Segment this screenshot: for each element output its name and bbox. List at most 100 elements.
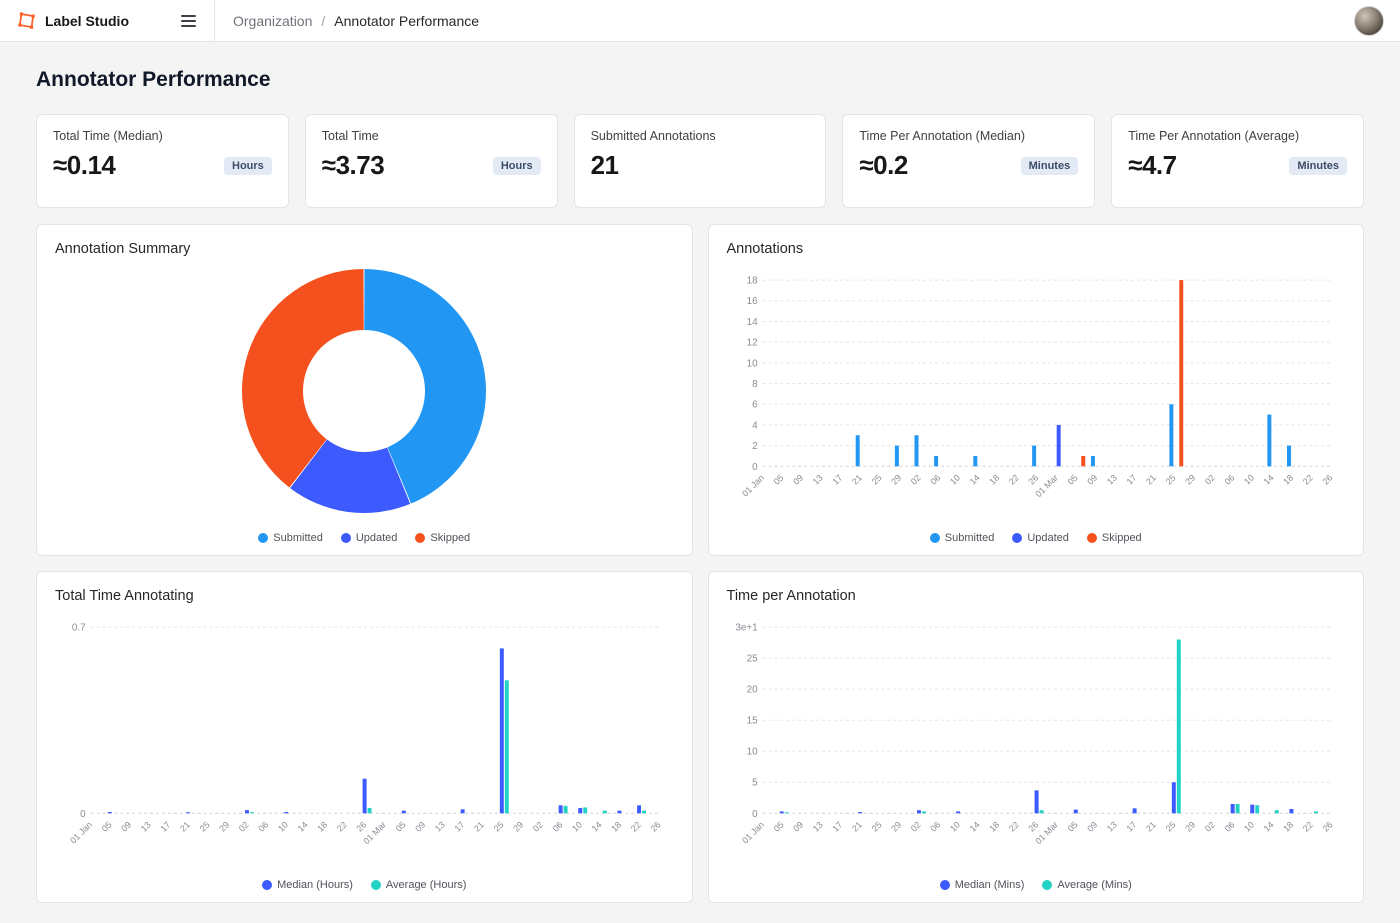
svg-text:22: 22 bbox=[335, 820, 349, 834]
svg-text:25: 25 bbox=[869, 820, 883, 834]
svg-text:10: 10 bbox=[570, 820, 584, 834]
svg-text:25: 25 bbox=[869, 473, 883, 487]
svg-text:14: 14 bbox=[967, 820, 981, 834]
svg-text:20: 20 bbox=[746, 685, 758, 696]
svg-text:21: 21 bbox=[850, 473, 864, 487]
legend-dot-icon bbox=[415, 533, 425, 543]
svg-text:09: 09 bbox=[413, 820, 427, 834]
svg-text:26: 26 bbox=[1026, 473, 1040, 487]
logo-block[interactable]: Label Studio bbox=[16, 10, 129, 31]
legend-item[interactable]: Updated bbox=[1012, 532, 1069, 544]
svg-text:05: 05 bbox=[100, 820, 114, 834]
svg-text:29: 29 bbox=[217, 820, 231, 834]
stat-card-time-per-annotation-median: Time Per Annotation (Median) ≈0.2 Minute… bbox=[842, 114, 1095, 208]
svg-text:06: 06 bbox=[928, 473, 942, 487]
svg-text:10: 10 bbox=[948, 473, 962, 487]
svg-text:21: 21 bbox=[1144, 473, 1158, 487]
svg-text:06: 06 bbox=[1222, 473, 1236, 487]
user-avatar[interactable] bbox=[1354, 6, 1384, 36]
legend-dot-icon bbox=[1087, 533, 1097, 543]
legend-item[interactable]: Updated bbox=[341, 532, 398, 544]
time-per-annotation-bar-chart: 05101520253e+101 Jan05091317212529020610… bbox=[725, 616, 1347, 866]
chart-title: Total Time Annotating bbox=[55, 588, 676, 604]
legend-item[interactable]: Average (Hours) bbox=[371, 879, 467, 891]
svg-text:13: 13 bbox=[1105, 820, 1119, 834]
annotations-bar-chart: 02468101214161801 Jan0509131721252902061… bbox=[725, 269, 1347, 519]
svg-text:29: 29 bbox=[1183, 473, 1197, 487]
svg-text:09: 09 bbox=[791, 820, 805, 834]
svg-text:13: 13 bbox=[811, 820, 825, 834]
svg-text:14: 14 bbox=[967, 473, 981, 487]
legend-item[interactable]: Skipped bbox=[1087, 532, 1142, 544]
svg-text:05: 05 bbox=[771, 820, 785, 834]
legend-dot-icon bbox=[1012, 533, 1022, 543]
time-per-annotation-card: Time per Annotation 05101520253e+101 Jan… bbox=[708, 571, 1365, 903]
legend-item[interactable]: Median (Hours) bbox=[262, 879, 353, 891]
svg-text:10: 10 bbox=[1242, 820, 1256, 834]
app-name: Label Studio bbox=[45, 13, 129, 29]
svg-text:14: 14 bbox=[1261, 820, 1275, 834]
legend-item[interactable]: Median (Mins) bbox=[940, 879, 1025, 891]
chart-title: Time per Annotation bbox=[727, 588, 1348, 604]
svg-text:13: 13 bbox=[1105, 473, 1119, 487]
svg-text:22: 22 bbox=[1007, 820, 1021, 834]
total-time-annotating-card: Total Time Annotating 00.701 Jan05091317… bbox=[36, 571, 693, 903]
svg-text:14: 14 bbox=[746, 317, 758, 328]
chart-title: Annotation Summary bbox=[55, 241, 676, 257]
svg-text:22: 22 bbox=[1301, 473, 1315, 487]
stats-row: Total Time (Median) ≈0.14 Hours Total Ti… bbox=[36, 114, 1364, 208]
svg-text:26: 26 bbox=[1026, 820, 1040, 834]
svg-text:17: 17 bbox=[1124, 473, 1138, 487]
stat-label: Time Per Annotation (Average) bbox=[1128, 129, 1347, 143]
annotations-legend: Submitted Updated Skipped bbox=[725, 529, 1348, 547]
svg-text:02: 02 bbox=[909, 820, 923, 834]
svg-text:06: 06 bbox=[1222, 820, 1236, 834]
legend-dot-icon bbox=[930, 533, 940, 543]
svg-text:16: 16 bbox=[746, 296, 758, 307]
svg-text:05: 05 bbox=[394, 820, 408, 834]
hamburger-menu-button[interactable] bbox=[177, 11, 200, 31]
svg-text:8: 8 bbox=[752, 379, 758, 390]
stat-value: ≈3.73 bbox=[322, 150, 384, 181]
svg-text:29: 29 bbox=[889, 820, 903, 834]
svg-text:2: 2 bbox=[752, 441, 758, 452]
svg-text:21: 21 bbox=[1144, 820, 1158, 834]
annotation-summary-donut-chart bbox=[229, 265, 499, 523]
svg-text:17: 17 bbox=[1124, 820, 1138, 834]
svg-text:0.7: 0.7 bbox=[72, 623, 86, 634]
legend-item[interactable]: Submitted bbox=[930, 532, 995, 544]
svg-text:25: 25 bbox=[746, 654, 758, 665]
svg-text:22: 22 bbox=[1007, 473, 1021, 487]
legend-item[interactable]: Skipped bbox=[415, 532, 470, 544]
svg-text:22: 22 bbox=[1301, 820, 1315, 834]
svg-text:12: 12 bbox=[746, 338, 757, 349]
svg-text:6: 6 bbox=[752, 400, 758, 411]
svg-text:09: 09 bbox=[1085, 473, 1099, 487]
svg-text:18: 18 bbox=[746, 276, 758, 287]
svg-text:17: 17 bbox=[159, 820, 173, 834]
time-per-annotation-legend: Median (Mins) Average (Mins) bbox=[725, 876, 1348, 894]
svg-text:09: 09 bbox=[791, 473, 805, 487]
svg-text:21: 21 bbox=[178, 820, 192, 834]
legend-item[interactable]: Average (Mins) bbox=[1042, 879, 1131, 891]
svg-text:05: 05 bbox=[771, 473, 785, 487]
chart-title: Annotations bbox=[727, 241, 1348, 257]
annotations-card: Annotations 02468101214161801 Jan0509131… bbox=[708, 224, 1365, 556]
svg-text:26: 26 bbox=[649, 820, 663, 834]
svg-text:21: 21 bbox=[850, 820, 864, 834]
stat-label: Total Time (Median) bbox=[53, 129, 272, 143]
breadcrumb-organization-link[interactable]: Organization bbox=[233, 13, 312, 29]
svg-text:05: 05 bbox=[1065, 473, 1079, 487]
svg-text:29: 29 bbox=[1183, 820, 1197, 834]
svg-text:14: 14 bbox=[1261, 473, 1275, 487]
stat-card-time-per-annotation-average: Time Per Annotation (Average) ≈4.7 Minut… bbox=[1111, 114, 1364, 208]
svg-text:0: 0 bbox=[752, 462, 758, 473]
legend-dot-icon bbox=[262, 880, 272, 890]
legend-item[interactable]: Submitted bbox=[258, 532, 323, 544]
annotation-summary-card: Annotation Summary Submitted Updated Skipp… bbox=[36, 224, 693, 556]
svg-text:17: 17 bbox=[453, 820, 467, 834]
svg-text:25: 25 bbox=[492, 820, 506, 834]
breadcrumb-separator: / bbox=[321, 13, 325, 29]
svg-text:05: 05 bbox=[1065, 820, 1079, 834]
stat-label: Submitted Annotations bbox=[591, 129, 810, 143]
